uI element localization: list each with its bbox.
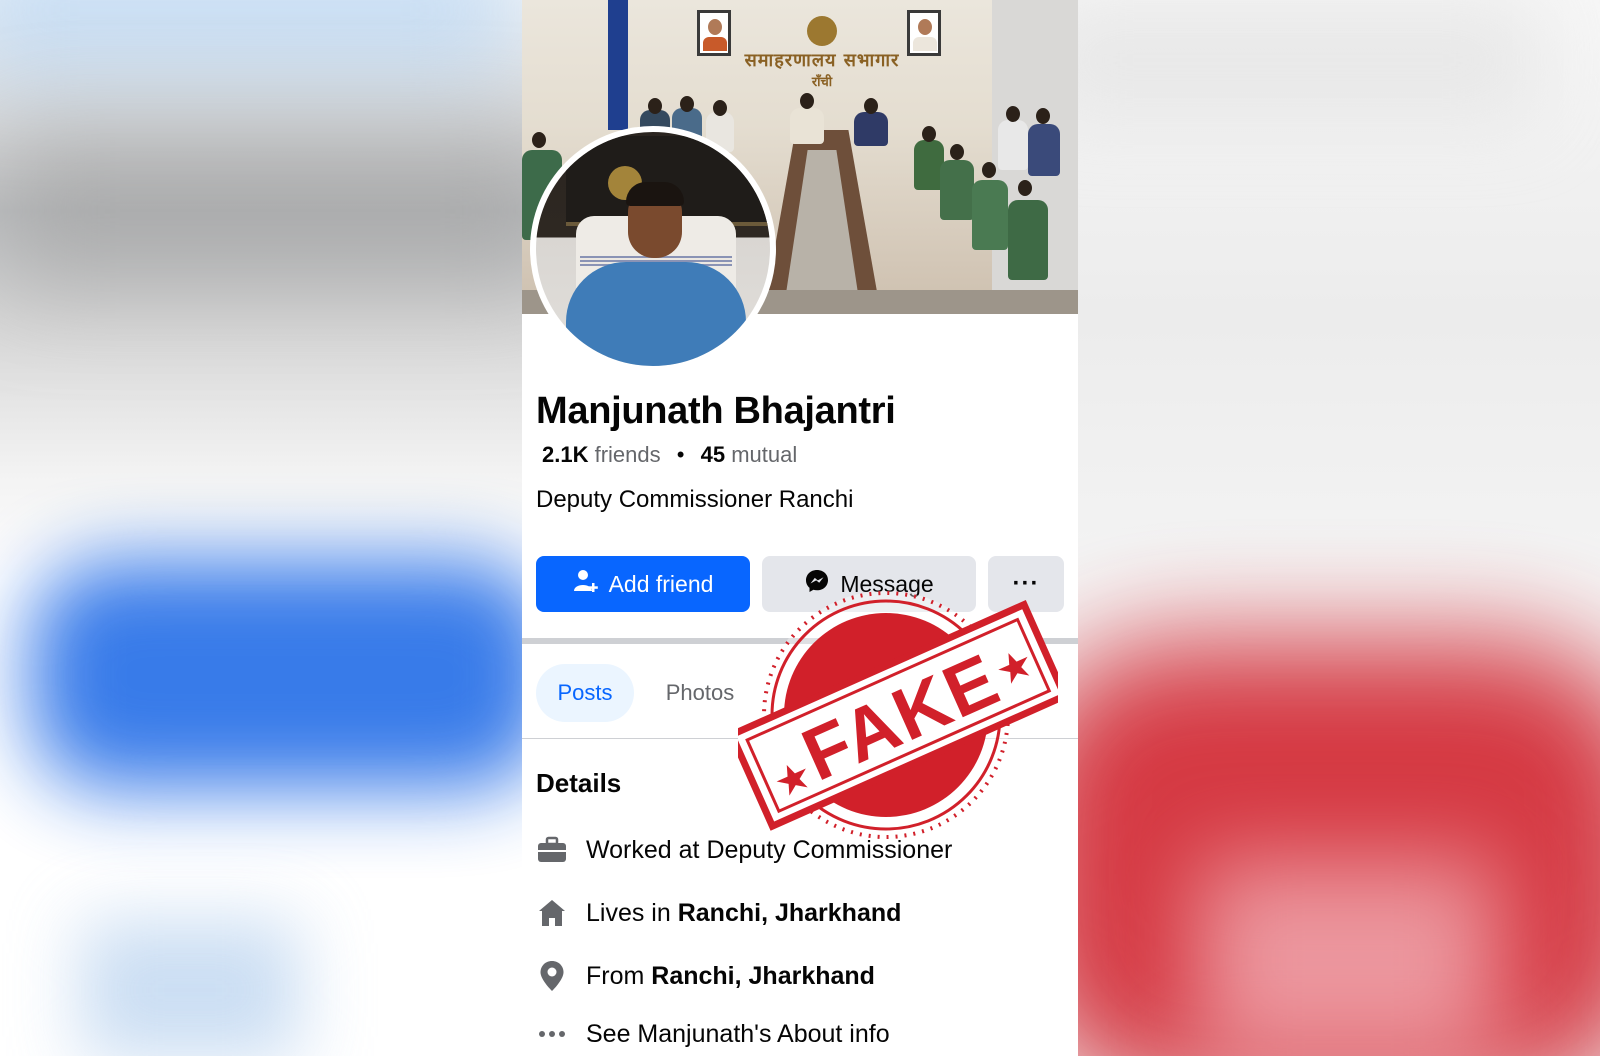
blurred-background-right [1078,0,1600,1056]
from-value[interactable]: Ranchi, Jharkhand [651,962,875,990]
see-about-link[interactable]: See Manjunath's About info [536,1016,890,1052]
person-add-icon [573,568,599,600]
emblem-icon [807,16,837,46]
friends-count: 2.1K [542,442,589,467]
profile-screen: समाहरणालय सभागार राँची Manjunath Bhajant… [522,0,1078,1056]
profile-name: Manjunath Bhajantri [536,390,896,432]
add-friend-button[interactable]: Add friend [536,556,750,612]
tab-photos[interactable]: Photos [650,664,750,722]
details-heading: Details [536,768,622,798]
blurred-background-left [0,0,522,1056]
detail-lives: Lives in Ranchi, Jharkhand [536,895,901,931]
home-icon [536,897,568,929]
separator-dot: • [676,442,685,467]
tab-posts[interactable]: Posts [536,664,634,722]
profile-bio: Deputy Commissioner Ranchi [536,486,854,513]
work-prefix: Worked at [586,835,700,864]
mutual-label: mutual [731,442,798,467]
friend-stats[interactable]: 2.1K friends • 45 mutual [542,442,797,468]
lives-prefix: Lives in [586,898,671,927]
friends-label: friends [594,442,661,467]
briefcase-icon [536,834,568,866]
lives-value[interactable]: Ranchi, Jharkhand [678,899,902,927]
detail-from: From Ranchi, Jharkhand [536,958,875,994]
location-pin-icon [536,960,568,992]
fake-stamp: FAKE [738,591,1058,839]
hall-sign-title: समाहरणालय सभागार [744,50,900,71]
add-friend-label: Add friend [608,570,714,597]
mutual-count: 45 [700,442,726,467]
see-about-label: See Manjunath's About info [586,1019,890,1048]
ellipsis-icon [536,1018,568,1050]
from-prefix: From [586,961,645,990]
hall-sign-subtitle: राँची [811,75,833,90]
profile-avatar[interactable] [536,132,770,366]
